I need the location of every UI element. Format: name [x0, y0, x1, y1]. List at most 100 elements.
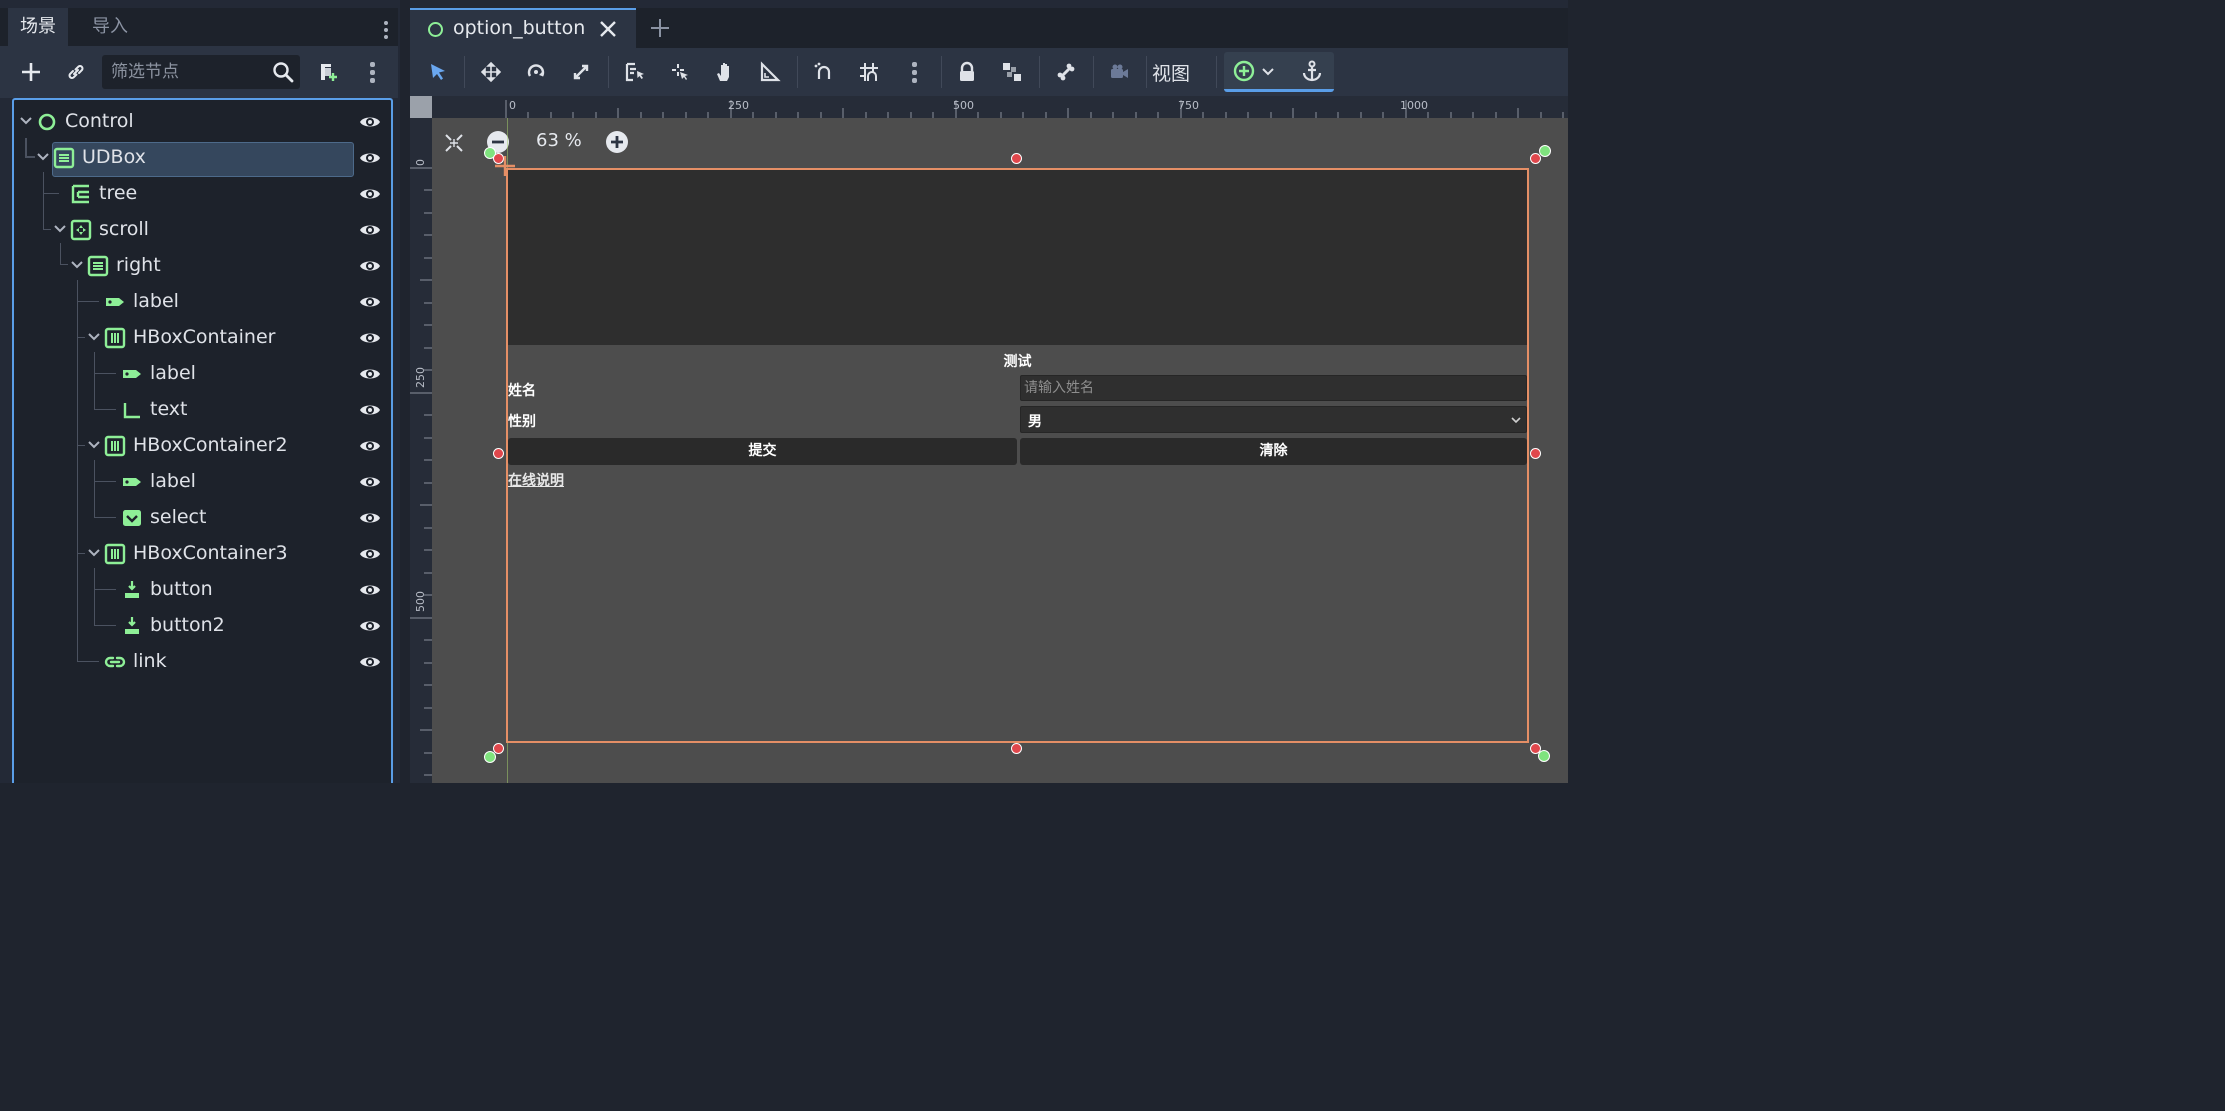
- visibility-eye-icon[interactable]: [358, 219, 382, 241]
- move-mode-button[interactable]: [476, 57, 506, 87]
- kebab-icon: [369, 59, 375, 86]
- group-button[interactable]: [997, 57, 1027, 87]
- clear-button[interactable]: 清除: [1020, 438, 1527, 465]
- tree-node-button[interactable]: button: [14, 572, 391, 608]
- ruler-ticks: [505, 100, 1564, 118]
- anchor-icon[interactable]: [1300, 59, 1324, 83]
- zoom-level[interactable]: 63 %: [536, 130, 582, 151]
- resize-handle[interactable]: [493, 448, 504, 459]
- chevron-down-icon[interactable]: [1262, 67, 1274, 77]
- visibility-eye-icon[interactable]: [358, 435, 382, 457]
- scene-tab-label: option_button: [453, 17, 586, 39]
- chevron-down-icon[interactable]: [53, 222, 67, 236]
- chevron-down-icon[interactable]: [70, 258, 84, 272]
- attach-script-button[interactable]: [312, 56, 344, 88]
- submit-button[interactable]: 提交: [508, 438, 1017, 465]
- visibility-eye-icon[interactable]: [358, 507, 382, 529]
- zoom-in-icon[interactable]: [605, 130, 629, 154]
- visibility-eye-icon[interactable]: [358, 255, 382, 277]
- scale-mode-button[interactable]: [566, 57, 596, 87]
- view-menu[interactable]: 视图: [1152, 59, 1190, 86]
- tree-node-hboxcontainer[interactable]: HBoxContainer: [14, 320, 391, 356]
- tree-node-tree[interactable]: tree: [14, 176, 391, 212]
- visibility-eye-icon[interactable]: [358, 399, 382, 421]
- rotate-mode-button[interactable]: [521, 57, 551, 87]
- tree-node-label: button2: [150, 614, 225, 636]
- tree-panel[interactable]: [508, 170, 1527, 345]
- tree-node-label-3[interactable]: label: [14, 464, 391, 500]
- visibility-eye-icon[interactable]: [358, 579, 382, 601]
- visibility-eye-icon[interactable]: [358, 651, 382, 673]
- instance-scene-button[interactable]: [60, 56, 92, 88]
- visibility-eye-icon[interactable]: [358, 615, 382, 637]
- skeleton-button[interactable]: [1051, 57, 1081, 87]
- canvas-viewport[interactable]: 0 250 500 750 1000 0 250 500 63 % 测试 姓名 …: [410, 96, 1568, 783]
- resize-handle[interactable]: [1530, 153, 1541, 164]
- resize-handle[interactable]: [1530, 448, 1541, 459]
- grid-snap-button[interactable]: [854, 57, 884, 87]
- pivot-mode-button[interactable]: [665, 57, 695, 87]
- new-scene-tab-icon[interactable]: [648, 16, 672, 40]
- chevron-down-icon[interactable]: [87, 546, 101, 560]
- camera-override-button[interactable]: [1104, 57, 1134, 87]
- filter-nodes-input[interactable]: [102, 55, 268, 89]
- tree-node-hboxcontainer2[interactable]: HBoxContainer2: [14, 428, 391, 464]
- tree-node-link[interactable]: link: [14, 644, 391, 680]
- list-select-button[interactable]: [620, 57, 650, 87]
- visibility-eye-icon[interactable]: [358, 183, 382, 205]
- search-icon[interactable]: [270, 59, 296, 85]
- snap-options-button[interactable]: [899, 57, 929, 87]
- lock-button[interactable]: [952, 57, 982, 87]
- visibility-eye-icon[interactable]: [358, 291, 382, 313]
- visibility-eye-icon[interactable]: [358, 111, 382, 133]
- tree-node-udbox[interactable]: UDBox: [14, 140, 391, 177]
- resize-handle[interactable]: [1011, 153, 1022, 164]
- tree-node-control[interactable]: Control: [14, 104, 391, 140]
- add-node-button[interactable]: [15, 56, 47, 88]
- tab-scene[interactable]: 场景: [8, 8, 68, 46]
- tree-node-button2[interactable]: button2: [14, 608, 391, 644]
- resize-handle[interactable]: [493, 743, 504, 754]
- anchor-handle[interactable]: [1539, 145, 1551, 157]
- chain-link-icon: [68, 65, 84, 79]
- chevron-down-icon[interactable]: [36, 150, 50, 164]
- visibility-eye-icon[interactable]: [358, 327, 382, 349]
- dock-menu-icon[interactable]: [381, 18, 391, 46]
- bone-icon: [1057, 63, 1075, 81]
- smart-snap-button[interactable]: [809, 57, 839, 87]
- gender-select[interactable]: 男: [1020, 406, 1527, 433]
- tree-node-scroll[interactable]: scroll: [14, 212, 391, 248]
- resize-handle[interactable]: [1011, 743, 1022, 754]
- visibility-eye-icon[interactable]: [358, 543, 382, 565]
- add-anchor-icon[interactable]: [1232, 59, 1256, 83]
- center-view-icon[interactable]: [442, 131, 466, 155]
- tree-node-select[interactable]: select: [14, 500, 391, 536]
- tree-node-label: right: [116, 254, 161, 276]
- pan-mode-button[interactable]: [710, 57, 740, 87]
- online-help-link[interactable]: 在线说明: [508, 470, 564, 490]
- tree-node-right[interactable]: right: [14, 248, 391, 284]
- chevron-down-icon[interactable]: [19, 114, 33, 128]
- scene-tab[interactable]: option_button: [410, 8, 636, 48]
- canvas-toolbar: 视图: [410, 48, 1568, 96]
- ruler-label: 1000: [1400, 99, 1428, 112]
- visibility-eye-icon[interactable]: [358, 363, 382, 385]
- resize-handle[interactable]: [1530, 743, 1541, 754]
- tree-node-label-1[interactable]: label: [14, 284, 391, 320]
- ruler-mode-button[interactable]: [755, 57, 785, 87]
- name-input[interactable]: [1020, 375, 1527, 401]
- tree-node-hboxcontainer3[interactable]: HBoxContainer3: [14, 536, 391, 572]
- close-icon[interactable]: [598, 19, 618, 39]
- tab-import[interactable]: 导入: [80, 8, 140, 46]
- tree-node-label-2[interactable]: label: [14, 356, 391, 392]
- visibility-eye-icon[interactable]: [358, 147, 382, 169]
- scene-menu-button[interactable]: [356, 56, 388, 88]
- tree-node-label: label: [150, 470, 196, 492]
- link-button-icon: [104, 656, 126, 668]
- visibility-eye-icon[interactable]: [358, 471, 382, 493]
- chevron-down-icon[interactable]: [87, 438, 101, 452]
- control-rect[interactable]: 测试 姓名 性别 男 提交 清除 在线说明: [506, 168, 1529, 743]
- chevron-down-icon[interactable]: [87, 330, 101, 344]
- select-mode-button[interactable]: [423, 57, 453, 87]
- tree-node-text[interactable]: text: [14, 392, 391, 428]
